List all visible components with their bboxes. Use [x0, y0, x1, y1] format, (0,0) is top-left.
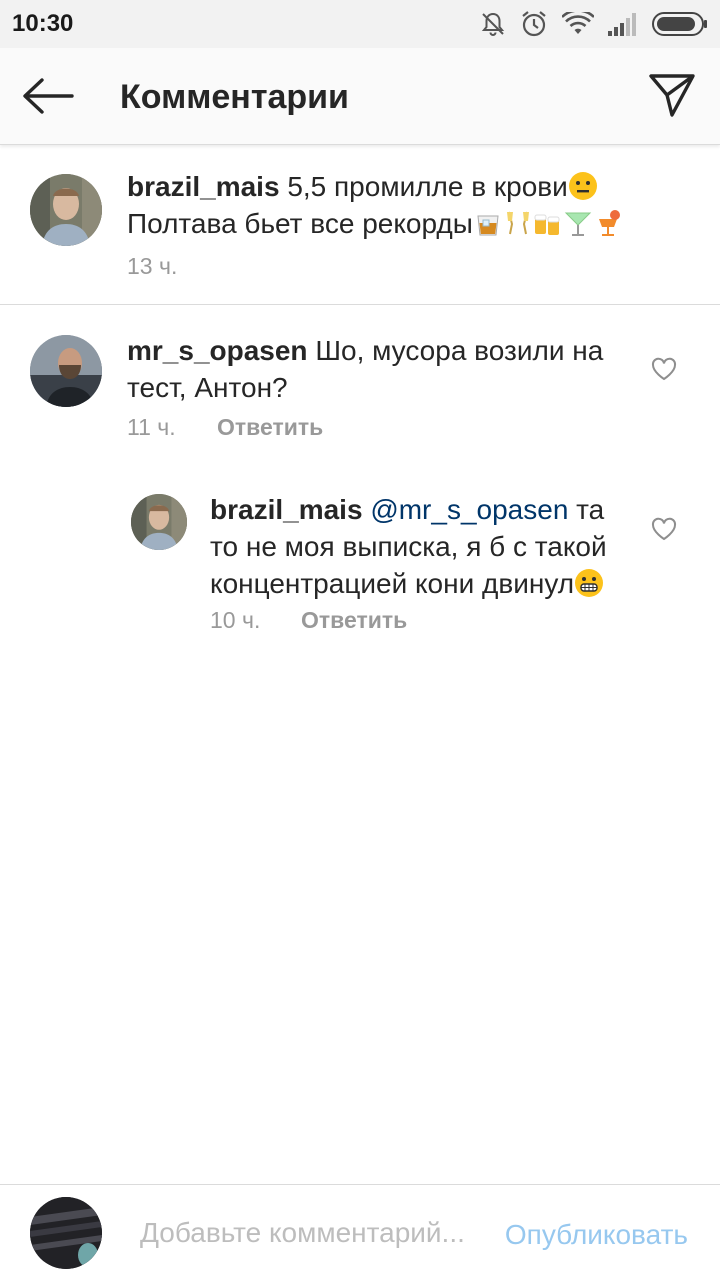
- comment-1-text: brazil_mais 5,5 промилле в крови Полтава…: [127, 168, 687, 242]
- avatar-brazil-mais[interactable]: [30, 174, 102, 246]
- current-user-avatar: [30, 1197, 102, 1269]
- tropical-drink-emoji: [598, 210, 620, 236]
- beer-mugs-emoji: [534, 214, 560, 235]
- wifi-icon: [562, 12, 594, 34]
- avatar-photo: [30, 1197, 102, 1269]
- whiskey-emoji: [477, 215, 499, 236]
- back-button[interactable]: [22, 78, 74, 114]
- comment-3-like-button[interactable]: [651, 517, 677, 541]
- comment-2-line1: Шо, мусора возили на: [315, 335, 604, 366]
- direct-share-button[interactable]: [648, 72, 696, 118]
- grimacing-face-emoji: [575, 569, 604, 597]
- page-title: Комментарии: [120, 78, 349, 116]
- comment-1-line2: Полтава бьет все рекорды: [127, 208, 473, 239]
- comment-3-mention[interactable]: @mr_s_opasen: [370, 494, 568, 525]
- battery-icon: [652, 12, 707, 36]
- comment-3-line3: концентрацией кони двинул: [210, 568, 575, 599]
- avatar-photo: [30, 335, 102, 407]
- comment-composer: Опубликовать: [0, 1184, 720, 1281]
- notifications-off-icon: [481, 12, 505, 36]
- heart-icon: [651, 517, 677, 541]
- app-header: Комментарии: [0, 48, 720, 145]
- neutral-face-emoji: [568, 172, 597, 200]
- signal-icon: [608, 13, 636, 36]
- status-time: 10:30: [12, 10, 74, 37]
- back-arrow-icon: [23, 78, 74, 114]
- avatar-photo: [30, 174, 102, 246]
- comment-2-text: mr_s_opasen Шо, мусора возили на тест, А…: [127, 332, 627, 406]
- comment-1-line1: 5,5 промилле в крови: [287, 171, 568, 202]
- heart-icon: [651, 357, 677, 381]
- status-bar: 10:30: [0, 0, 720, 48]
- comment-3-time: 10 ч.: [210, 607, 261, 633]
- avatar-brazil-mais-reply[interactable]: [131, 494, 187, 550]
- comment-2-like-button[interactable]: [651, 357, 677, 381]
- comment-2-reply-button[interactable]: Ответить: [217, 414, 323, 441]
- comment-3-line1: та: [576, 494, 605, 525]
- cocktail-emoji: [564, 212, 592, 236]
- comment-input[interactable]: [140, 1213, 480, 1253]
- comment-1-username[interactable]: brazil_mais: [127, 171, 280, 202]
- comment-3-line2: то не моя выписка, я б с такой: [210, 531, 607, 562]
- champagne-emoji: [506, 211, 529, 235]
- comment-2-username[interactable]: mr_s_opasen: [127, 335, 308, 366]
- comment-2-time: 11 ч.: [127, 414, 176, 440]
- comment-2-line2: тест, Антон?: [127, 372, 288, 403]
- comment-1-time: 13 ч.: [127, 253, 178, 279]
- status-icons: [480, 8, 708, 40]
- alarm-icon: [522, 11, 546, 37]
- avatar-photo: [131, 494, 187, 550]
- comment-3-reply-button[interactable]: Ответить: [301, 607, 407, 634]
- comment-3-text: brazil_mais @mr_s_opasen та то не моя вы…: [210, 491, 630, 602]
- publish-button[interactable]: Опубликовать: [505, 1219, 688, 1251]
- send-icon: [649, 74, 695, 117]
- avatar-mr-s-opasen[interactable]: [30, 335, 102, 407]
- caption-divider: [0, 304, 720, 305]
- comment-3-username[interactable]: brazil_mais: [210, 494, 363, 525]
